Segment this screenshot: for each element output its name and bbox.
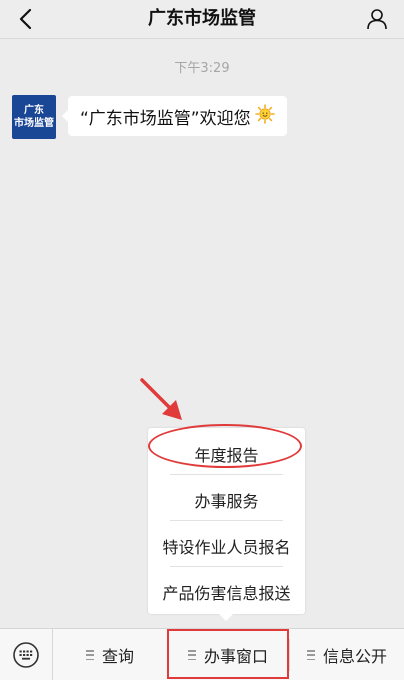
submenu-divider	[170, 474, 283, 475]
message-timestamp: 下午3:29	[174, 61, 230, 76]
welcome-message-text: “广东市场监管”欢迎您	[80, 108, 251, 129]
profile-button[interactable]	[362, 4, 392, 34]
red-box-annotation	[167, 629, 289, 679]
user-icon	[367, 9, 387, 30]
menu-lines-icon	[306, 650, 315, 660]
submenu-item-injury-report[interactable]: 产品伤害信息报送	[148, 580, 305, 604]
page-title: 广东市场监管	[148, 8, 256, 29]
submenu-item-worker-registration[interactable]: 特设作业人员报名	[148, 534, 305, 558]
welcome-message-bubble[interactable]: “广东市场监管”欢迎您	[62, 96, 287, 136]
menu-lines-icon	[85, 650, 94, 660]
keyboard-toggle-button[interactable]	[0, 629, 53, 680]
submenu-divider	[170, 520, 283, 521]
top-bar: 广东市场监管	[0, 0, 404, 39]
submenu-item-services[interactable]: 办事服务	[148, 488, 305, 512]
chat-screen: 广东市场监管 下午3:29 广东 市场监管 “广东市场监管”欢迎您 年度报告 办…	[0, 0, 404, 680]
red-oval-annotation	[148, 424, 302, 468]
menu-query-label: 查询	[101, 647, 134, 666]
menu-query-button[interactable]: 查询	[53, 629, 167, 680]
keyboard-icon	[13, 642, 39, 668]
avatar-line-2: 市场监管	[14, 118, 54, 129]
avatar-line-1: 广东	[24, 105, 44, 116]
menu-info-disclosure-label: 信息公开	[322, 647, 387, 666]
avatar[interactable]: 广东 市场监管	[12, 95, 56, 139]
sun-emoji-icon	[254, 103, 275, 129]
menu-info-disclosure-button[interactable]: 信息公开	[290, 629, 404, 680]
red-arrow-annotation	[140, 378, 182, 420]
submenu-divider	[170, 566, 283, 567]
